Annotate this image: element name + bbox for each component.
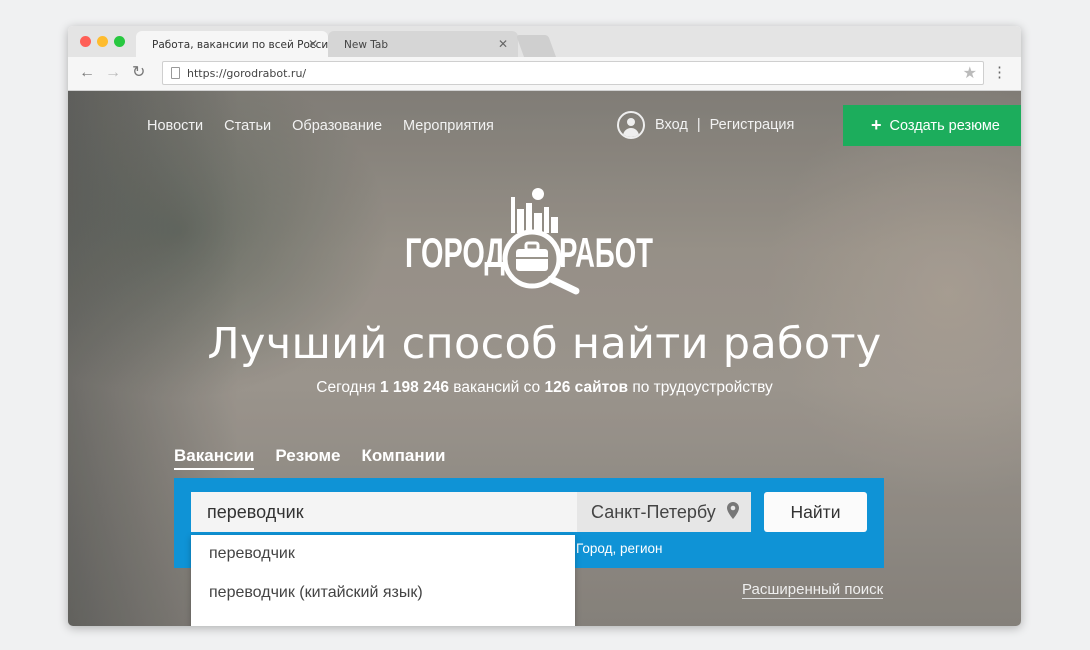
maximize-window-button[interactable] bbox=[114, 36, 125, 47]
search-input[interactable] bbox=[191, 492, 577, 532]
reload-icon[interactable]: ↻ bbox=[132, 63, 145, 83]
vacancy-count: 1 198 246 bbox=[379, 379, 449, 396]
tab-companies[interactable]: Компании bbox=[361, 446, 445, 470]
page-icon bbox=[171, 67, 180, 79]
advanced-search-link[interactable]: Расширенный поиск bbox=[742, 581, 884, 599]
find-button[interactable]: Найти bbox=[764, 492, 867, 532]
login-link[interactable]: Вход bbox=[655, 117, 688, 133]
suggestion-item[interactable]: переводчик bbox=[209, 545, 295, 563]
hero-subtitle: Сегодня 1 198 246 вакансий со 126 сайтов… bbox=[68, 379, 1021, 397]
sun-icon bbox=[532, 188, 544, 200]
close-tab-icon[interactable]: ✕ bbox=[498, 37, 508, 51]
user-avatar-icon[interactable] bbox=[617, 111, 645, 139]
window-controls bbox=[80, 36, 125, 47]
hero-headline: Лучший способ найти работу bbox=[207, 319, 882, 369]
bookmark-star-icon[interactable]: ★ bbox=[963, 63, 977, 83]
nav-item-education[interactable]: Образование bbox=[292, 118, 382, 134]
main-nav: Новости Статьи Образование Мероприятия bbox=[147, 118, 494, 134]
site-logo[interactable]: ГОРОД РАБОТ bbox=[404, 187, 654, 302]
site-count: 126 сайтов bbox=[544, 379, 628, 396]
minimize-window-button[interactable] bbox=[97, 36, 108, 47]
nav-item-news[interactable]: Новости bbox=[147, 118, 203, 134]
tab-bar: Работа, вакансии по всей России ✕ New Ta… bbox=[68, 26, 1021, 57]
tab-vacancies[interactable]: Вакансии bbox=[174, 446, 255, 470]
subtitle-prefix: Сегодня bbox=[316, 379, 376, 396]
subtitle-middle: вакансий со bbox=[453, 379, 541, 396]
auth-links: Вход | Регистрация bbox=[617, 111, 794, 139]
suggestion-item[interactable]: переводчик (китайский язык) bbox=[209, 584, 423, 602]
city-value: Санкт-Петербу bbox=[591, 502, 716, 522]
register-link[interactable]: Регистрация bbox=[710, 117, 795, 133]
plus-icon: + bbox=[871, 115, 882, 135]
tab-title: New Tab bbox=[344, 39, 389, 51]
back-icon[interactable]: ← bbox=[79, 63, 95, 83]
tab-active[interactable]: Работа, вакансии по всей России ✕ bbox=[136, 31, 335, 57]
city-hint: Город, регион bbox=[576, 541, 663, 556]
page-content: Новости Статьи Образование Мероприятия В… bbox=[68, 91, 1021, 626]
logo-text-right: РАБОТ bbox=[559, 229, 653, 276]
create-resume-label: Создать резюме bbox=[889, 117, 1000, 134]
city-input[interactable]: Санкт-Петербу bbox=[577, 492, 751, 532]
url-text: https://gorodrabot.ru/ bbox=[187, 67, 307, 80]
nav-item-events[interactable]: Мероприятия bbox=[403, 118, 494, 134]
browser-toolbar: ← → ↻ https://gorodrabot.ru/ ★ ⋮ bbox=[68, 57, 1021, 91]
city-skyline-icon bbox=[511, 197, 558, 233]
close-window-button[interactable] bbox=[80, 36, 91, 47]
forward-icon[interactable]: → bbox=[105, 63, 121, 83]
logo-text-left: ГОРОД bbox=[405, 229, 505, 276]
nav-item-articles[interactable]: Статьи bbox=[224, 118, 271, 134]
tab-resumes[interactable]: Резюме bbox=[275, 446, 340, 470]
close-tab-icon[interactable]: ✕ bbox=[308, 37, 318, 51]
address-bar[interactable]: https://gorodrabot.ru/ ★ bbox=[162, 61, 984, 85]
browser-window: Работа, вакансии по всей России ✕ New Ta… bbox=[68, 26, 1021, 626]
location-pin-icon bbox=[727, 502, 739, 519]
create-resume-button[interactable]: + Создать резюме bbox=[843, 105, 1021, 146]
autocomplete-dropdown: переводчик переводчик (китайский язык) bbox=[191, 535, 575, 626]
auth-separator: | bbox=[696, 117, 701, 133]
new-tab-button[interactable] bbox=[515, 35, 557, 57]
browser-menu-icon[interactable]: ⋮ bbox=[992, 63, 1007, 83]
tab-new-tab[interactable]: New Tab ✕ bbox=[328, 31, 518, 57]
subtitle-suffix: по трудоустройству bbox=[632, 379, 773, 396]
search-tabs: Вакансии Резюме Компании bbox=[174, 446, 446, 470]
